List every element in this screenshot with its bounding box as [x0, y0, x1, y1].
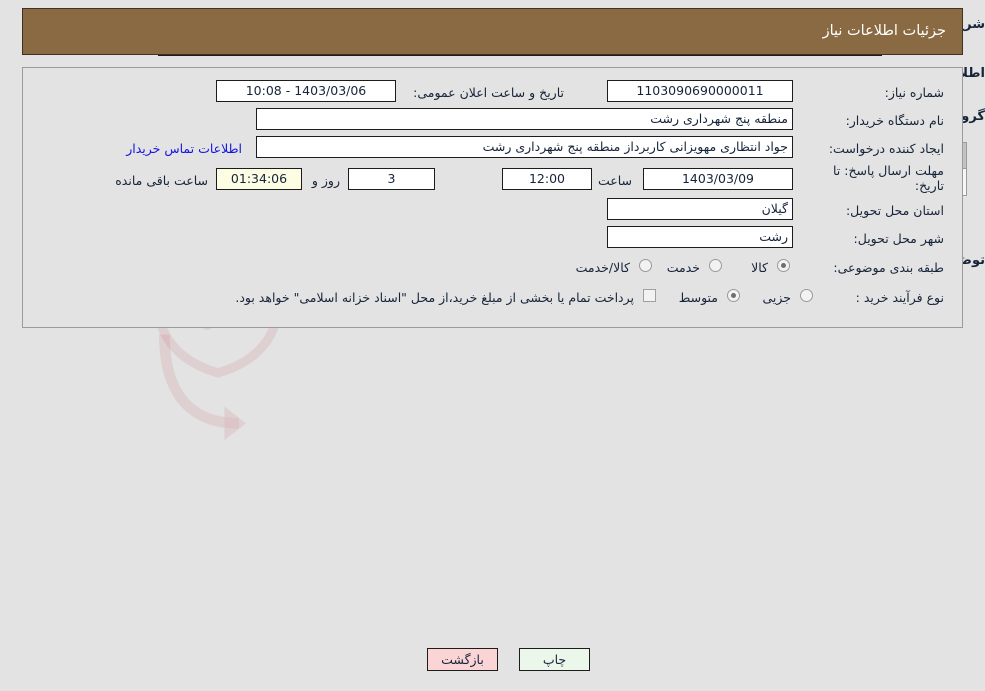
radio-process-jozyi[interactable] — [800, 289, 813, 302]
buyer-contact-link[interactable]: اطلاعات تماس خریدار — [126, 141, 242, 156]
buyer-org-value: منطقه پنج شهرداری رشت — [256, 108, 793, 130]
request-creator-label: ایجاد کننده درخواست: — [828, 141, 944, 156]
response-deadline-time: 12:00 — [502, 168, 592, 190]
radio-process-jozyi-label: جزیی — [762, 290, 791, 305]
countdown-days-label: روز و — [311, 173, 340, 188]
response-deadline-label: مهلت ارسال پاسخ: تا تاریخ: — [833, 163, 944, 193]
purchase-process-label: نوع فرآیند خرید : — [855, 290, 944, 305]
radio-process-motevaset[interactable] — [727, 289, 740, 302]
treasury-docs-checkbox[interactable] — [643, 289, 656, 302]
radio-process-motevaset-label: متوسط — [678, 290, 718, 305]
need-summary-panel: شماره نیاز: 1103090690000011 تاریخ و ساع… — [22, 67, 963, 328]
request-creator-value: جواد انتظاری مهویزانی کاربرداز منطقه پنج… — [256, 136, 793, 158]
page-title: جزئیات اطلاعات نیاز — [822, 23, 946, 39]
watermark-arrow-icon — [159, 334, 246, 441]
radio-subject-kala-label: کالا — [751, 260, 768, 275]
radio-subject-khedmat-label: خدمت — [666, 260, 700, 275]
delivery-city-label: شهر محل تحویل: — [853, 231, 944, 246]
print-button[interactable]: چاپ — [519, 648, 590, 671]
countdown-days: 3 — [348, 168, 435, 190]
treasury-docs-label: پرداخت تمام یا بخشی از مبلغ خرید،از محل … — [235, 290, 634, 305]
delivery-province-value: گیلان — [607, 198, 793, 220]
page-header-bar: جزئیات اطلاعات نیاز — [22, 8, 963, 55]
radio-subject-kala[interactable] — [777, 259, 790, 272]
deadline-hour-label: ساعت — [597, 173, 632, 188]
radio-subject-kala-khedmat[interactable] — [639, 259, 652, 272]
delivery-province-label: استان محل تحویل: — [845, 203, 944, 218]
countdown-suffix-label: ساعت باقی مانده — [115, 173, 208, 188]
announce-datetime-value: 1403/03/06 - 10:08 — [216, 80, 396, 102]
subject-category-label: طبقه بندی موضوعی: — [833, 260, 944, 275]
back-button[interactable]: بازگشت — [427, 648, 498, 671]
need-number-value: 1103090690000011 — [607, 80, 793, 102]
radio-subject-khedmat[interactable] — [709, 259, 722, 272]
delivery-city-value: رشت — [607, 226, 793, 248]
need-number-label: شماره نیاز: — [884, 85, 944, 100]
buyer-org-label: نام دستگاه خریدار: — [845, 113, 944, 128]
countdown-time: 01:34:06 — [216, 168, 302, 190]
radio-subject-kala-khedmat-label: کالا/خدمت — [575, 260, 630, 275]
announce-datetime-label: تاریخ و ساعت اعلان عمومی: — [413, 85, 564, 100]
response-deadline-date: 1403/03/09 — [643, 168, 793, 190]
